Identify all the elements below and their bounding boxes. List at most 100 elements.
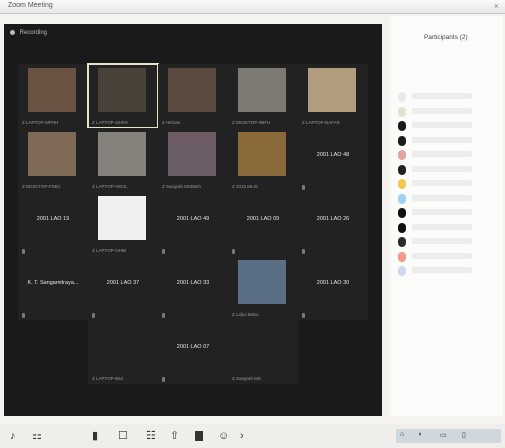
avatar [398,179,406,189]
participant-list-item[interactable] [396,250,500,265]
participants-icon[interactable]: ☐ [118,430,128,442]
mic-muted-icon [232,249,235,254]
participant-name: 2001 LAO 09 [246,216,280,222]
participant-list-item[interactable] [396,134,500,149]
avatar [398,150,406,160]
participant-list-item[interactable] [396,206,500,221]
tray-battery-icon[interactable]: ▭ [440,431,447,439]
participant-list-item[interactable] [396,235,500,250]
reactions-icon[interactable]: ☺ [218,430,229,442]
tray-volume-icon[interactable]: ◗ [418,431,422,438]
participant-video [238,260,286,304]
participants-panel: Participants (2) [390,16,503,416]
participant-list-name [412,180,472,186]
meeting-info[interactable]: Recording [10,30,47,36]
avatar [398,222,406,233]
participant-label: Z 2015 MLIS [232,184,258,189]
mic-muted-icon [22,313,25,318]
participant-list-item[interactable] [396,163,500,178]
participant-list-item[interactable] [396,264,500,279]
participant-video [98,132,146,176]
tray-network-icon[interactable]: ⌂ [400,431,404,438]
mic-muted-icon [302,249,305,254]
avatar [398,266,406,276]
participant-tile[interactable]: Z Lidyo Babu [228,256,298,320]
video-icon[interactable]: ⚏ [32,430,42,442]
avatar [398,237,406,247]
avatar [398,106,406,117]
mic-muted-icon [302,185,305,190]
participant-list-item[interactable] [396,177,500,192]
participant-tile[interactable]: Z Sangrah MS [228,320,298,384]
participant-list-item[interactable] [396,119,500,134]
participant-list-item[interactable] [396,221,500,236]
more-icon[interactable]: › [240,430,244,442]
security-icon[interactable]: ▮ [92,430,98,442]
participant-tile[interactable]: Z Sangrah MSBWA [158,128,228,192]
chat-icon[interactable]: ☷ [146,430,156,442]
participant-video [98,196,146,240]
window-titlebar: Zoom Meeting × [0,0,505,14]
participant-list-item[interactable] [396,90,500,105]
participant-label: Z LAPTOP-B54 [92,376,124,381]
participant-tile[interactable]: 2001 LAO 07 [158,320,228,384]
participant-tile[interactable]: Z LAPTOP-OHIB [88,192,158,256]
participant-tile[interactable]: Z DESKTOP-FDB1 [18,128,88,192]
participant-tile[interactable]: 2001 LAO 37 [88,256,158,320]
participant-list-name [412,107,472,114]
participant-list-item[interactable] [396,192,500,207]
participant-label: Z LAPTOP-V8CIL [92,184,128,189]
share-screen-icon[interactable]: ⇧ [170,430,179,442]
participants-panel-title: Participants (2) [424,34,468,41]
participant-tile[interactable]: 2001 LAO 49 [158,192,228,256]
participant-label: Z LAPTOP-MPHH [22,120,59,125]
participant-tile[interactable]: Z LAPTOP-MPHH [18,64,88,128]
mic-muted-icon [22,249,25,254]
participant-video [28,132,76,176]
participant-list-name [412,223,472,230]
participant-list-name [412,209,472,215]
participant-tile[interactable]: Z LAPTOP-V8CIL [88,128,158,192]
participant-tile[interactable]: 2001 LAO 30 [298,256,368,320]
participant-list-item[interactable] [396,148,500,163]
participant-tile[interactable]: Z LAPTOP-B54 [88,320,158,384]
avatar [398,135,406,146]
participant-tile[interactable]: K. T. Sangamitraya... [18,256,88,320]
participant-video [168,132,216,176]
avatar [398,251,406,262]
participant-name: 2001 LAO 30 [316,280,350,286]
participant-tile[interactable]: 2001 LAO 26 [298,192,368,256]
participant-label: Z LAPTOP-JSIRS [92,120,128,125]
participant-tile[interactable]: 2001 LAO 09 [228,192,298,256]
participant-tile[interactable]: 2001 LAO 48 [298,128,368,192]
participant-tile[interactable]: 2001 LAO 19 [18,192,88,256]
mic-muted-icon [92,313,95,318]
record-icon[interactable] [195,431,203,441]
participant-name: 2001 LAO 07 [176,344,210,350]
mute-icon[interactable]: ♪ [10,430,16,442]
participant-list-name [412,194,472,201]
participant-tile[interactable]: Z LAPTOP-BAFAR [298,64,368,128]
window-title: Zoom Meeting [8,2,53,9]
participant-name: 2001 LAO 37 [106,280,140,286]
participant-tile[interactable]: Z LAPTOP-JSIRS [87,63,159,129]
participant-list-name [412,267,472,273]
participant-tile[interactable]: Z 2015 MLIS [228,128,298,192]
participant-tile[interactable]: 2001 LAO 33 [158,256,228,320]
avatar [398,193,406,204]
meeting-area: Recording Z LAPTOP-MPHH Z LAPTOP-JSIRS Z H… [4,24,382,416]
mic-muted-icon [302,313,305,318]
participant-list-name [412,238,472,244]
participant-video [238,68,286,112]
participant-tile[interactable]: Z DESKTOP-0BFU [228,64,298,128]
participant-list-item[interactable] [396,105,500,120]
participant-tile[interactable]: Z Hitman [158,64,228,128]
tray-notification-icon[interactable]: ▯ [462,431,466,439]
participant-list-name [412,136,472,143]
participant-label: Z Lidyo Babu [232,312,259,317]
participant-name: 2001 LAO 48 [316,152,350,158]
window-close-icon[interactable]: × [494,1,499,11]
mic-muted-icon [162,377,165,382]
participant-video [168,68,216,112]
participant-label: Z LAPTOP-OHIB [92,248,127,253]
